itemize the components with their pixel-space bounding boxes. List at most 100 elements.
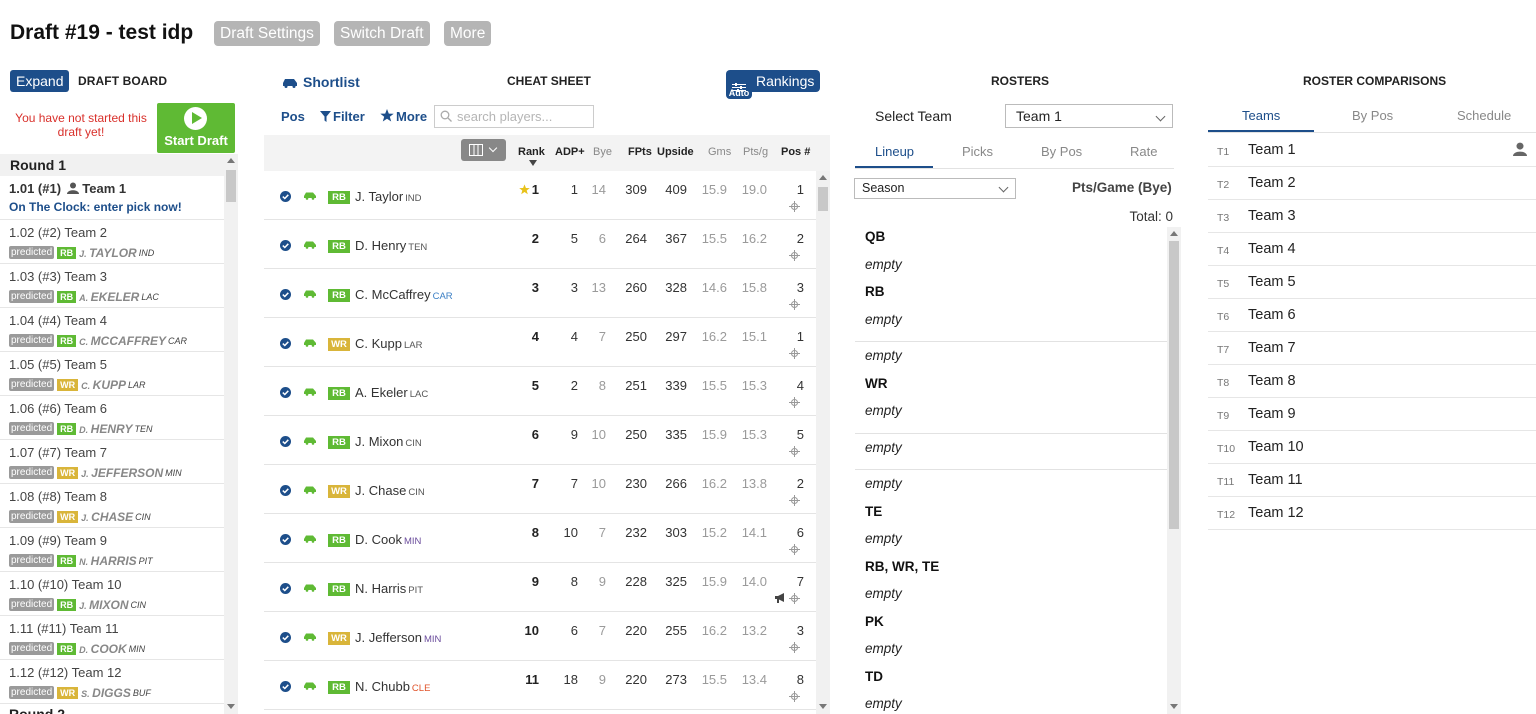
crosshair-icon[interactable] <box>789 299 800 310</box>
scroll-thumb[interactable] <box>226 170 236 202</box>
roster-slot-empty[interactable]: empty <box>865 476 902 491</box>
shortlist-button[interactable]: Shortlist <box>281 74 360 90</box>
team-row[interactable]: T9 Team 9 <box>1208 398 1536 431</box>
roster-slot-empty[interactable]: empty <box>865 696 902 711</box>
scroll-down-arrow-icon[interactable] <box>1170 704 1178 709</box>
tab-lineup[interactable]: Lineup <box>875 144 914 159</box>
team-row[interactable]: T6 Team 6 <box>1208 299 1536 332</box>
team-row[interactable]: T3 Team 3 <box>1208 200 1536 233</box>
crosshair-icon[interactable] <box>789 250 800 261</box>
check-circle-icon[interactable] <box>280 632 291 643</box>
search-input[interactable] <box>457 108 591 125</box>
player-row[interactable]: RB D. Henry TEN 2 5 6 264 367 15.5 16.2 2 <box>264 220 816 269</box>
pick-row[interactable]: 1.12 (#12) Team 12 predicted WR S. DIGGS BUF <box>0 660 224 704</box>
scroll-up-arrow-icon[interactable] <box>227 158 235 163</box>
scroll-thumb[interactable] <box>818 187 828 211</box>
player-name[interactable]: N. Chubb CLE <box>355 679 430 694</box>
shortlist-car-icon[interactable] <box>303 191 317 200</box>
player-row[interactable]: WR J. Chase CIN 7 7 10 230 266 16.2 13.8 2 <box>264 465 816 514</box>
roster-scrollbar[interactable] <box>1167 227 1181 714</box>
player-name[interactable]: J. Mixon CIN <box>355 434 422 449</box>
cheat-sheet-scrollbar[interactable] <box>816 171 830 714</box>
shortlist-car-icon[interactable] <box>303 387 317 396</box>
tab-rate[interactable]: Rate <box>1130 144 1157 159</box>
player-row[interactable]: RB N. Chubb CLE 11 18 9 220 273 15.5 13.4 8 <box>264 661 816 710</box>
roster-slot-empty[interactable]: empty <box>865 257 902 272</box>
roster-slot-empty[interactable]: empty <box>865 348 902 363</box>
col-fpts[interactable]: FPts <box>628 146 652 158</box>
shortlist-car-icon[interactable] <box>303 338 317 347</box>
roster-slot-empty[interactable]: empty <box>865 531 902 546</box>
check-circle-icon[interactable] <box>280 338 291 349</box>
tab-picks[interactable]: Picks <box>962 144 993 159</box>
crosshair-icon[interactable] <box>789 446 800 457</box>
switch-draft-button[interactable]: Switch Draft <box>334 21 430 46</box>
more-button[interactable]: More <box>380 109 427 124</box>
check-circle-icon[interactable] <box>280 583 291 594</box>
player-name[interactable]: D. Cook MIN <box>355 532 421 547</box>
team-row[interactable]: T10 Team 10 <box>1208 431 1536 464</box>
draft-board-scrollbar[interactable] <box>224 154 238 714</box>
roster-slot-empty[interactable]: empty <box>865 312 902 327</box>
pos-filter-button[interactable]: Pos <box>281 109 305 124</box>
scroll-down-arrow-icon[interactable] <box>819 704 827 709</box>
player-row[interactable]: RB C. McCaffrey CAR 3 3 13 260 328 14.6 15.8 3 <box>264 269 816 318</box>
crosshair-icon[interactable] <box>789 397 800 408</box>
player-row[interactable]: WR J. Jefferson MIN 10 6 7 220 255 16.2 13.2 3 <box>264 612 816 661</box>
crosshair-icon[interactable] <box>789 691 800 702</box>
player-name[interactable]: J. Jefferson MIN <box>355 630 441 645</box>
roster-slot-empty[interactable]: empty <box>865 586 902 601</box>
crosshair-icon[interactable] <box>789 495 800 506</box>
player-row[interactable]: RB J. Mixon CIN 6 9 10 250 335 15.9 15.3 5 <box>264 416 816 465</box>
team-row[interactable]: T12 Team 12 <box>1208 497 1536 530</box>
shortlist-car-icon[interactable] <box>303 583 317 592</box>
player-name[interactable]: C. McCaffrey CAR <box>355 287 453 302</box>
team-row[interactable]: T11 Team 11 <box>1208 464 1536 497</box>
search-box[interactable] <box>434 105 594 128</box>
filter-button[interactable]: Filter <box>320 109 365 124</box>
pick-row[interactable]: 1.06 (#6) Team 6 predicted RB D. HENRY TEN <box>0 396 224 440</box>
col-upside[interactable]: Upside <box>657 146 694 158</box>
check-circle-icon[interactable] <box>280 485 291 496</box>
pick-row[interactable]: 1.09 (#9) Team 9 predicted RB N. HARRIS PIT <box>0 528 224 572</box>
shortlist-car-icon[interactable] <box>303 632 317 641</box>
current-pick-row[interactable]: 1.01 (#1) Team 1 On The Clock: enter pic… <box>0 176 224 220</box>
crosshair-icon[interactable] <box>789 593 800 604</box>
scroll-up-arrow-icon[interactable] <box>1170 231 1178 236</box>
season-select[interactable]: Season <box>854 178 1016 199</box>
scroll-down-arrow-icon[interactable] <box>227 704 235 709</box>
pick-row[interactable]: 1.03 (#3) Team 3 predicted RB A. EKELER LAC <box>0 264 224 308</box>
col-gms[interactable]: Gms <box>708 146 731 158</box>
shortlist-car-icon[interactable] <box>303 289 317 298</box>
col-posnum[interactable]: Pos # <box>781 146 810 158</box>
tab-teams[interactable]: Teams <box>1242 108 1280 123</box>
col-adp[interactable]: ADP+ <box>555 146 585 158</box>
roster-slot-empty[interactable]: empty <box>865 641 902 656</box>
start-draft-button[interactable]: Start Draft <box>157 103 235 153</box>
col-ptsg[interactable]: Pts/g <box>743 146 768 158</box>
crosshair-icon[interactable] <box>789 348 800 359</box>
pick-row[interactable]: 1.05 (#5) Team 5 predicted WR C. KUPP LAR <box>0 352 224 396</box>
news-megaphone-icon[interactable] <box>775 593 787 603</box>
player-name[interactable]: C. Kupp LAR <box>355 336 422 351</box>
crosshair-icon[interactable] <box>789 201 800 212</box>
tab-schedule[interactable]: Schedule <box>1457 108 1511 123</box>
check-circle-icon[interactable] <box>280 681 291 692</box>
player-name[interactable]: D. Henry TEN <box>355 238 427 253</box>
col-bye[interactable]: Bye <box>593 146 612 158</box>
pick-row[interactable]: 1.11 (#11) Team 11 predicted RB D. COOK MIN <box>0 616 224 660</box>
pick-row[interactable]: 1.07 (#7) Team 7 predicted WR J. JEFFERSON M… <box>0 440 224 484</box>
tab-by-pos[interactable]: By Pos <box>1041 144 1082 159</box>
check-circle-icon[interactable] <box>280 534 291 545</box>
player-name[interactable]: J. Chase CIN <box>355 483 425 498</box>
shortlist-car-icon[interactable] <box>303 534 317 543</box>
more-menu-button[interactable]: More <box>444 21 492 46</box>
pick-row[interactable]: 1.04 (#4) Team 4 predicted RB C. MCCAFFREY C… <box>0 308 224 352</box>
player-name[interactable]: J. Taylor IND <box>355 189 422 204</box>
shortlist-car-icon[interactable] <box>303 681 317 690</box>
team-row[interactable]: T2 Team 2 <box>1208 167 1536 200</box>
shortlist-car-icon[interactable] <box>303 240 317 249</box>
check-circle-icon[interactable] <box>280 387 291 398</box>
draft-settings-button[interactable]: Draft Settings <box>214 21 320 46</box>
scroll-thumb[interactable] <box>1169 241 1179 529</box>
